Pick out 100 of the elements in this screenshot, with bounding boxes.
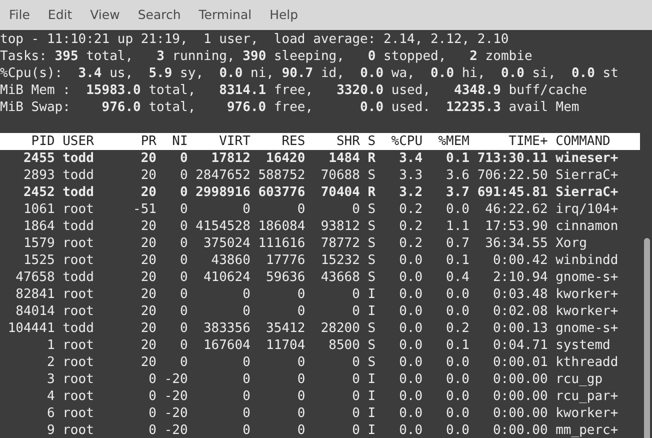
column-header: PR [140,133,156,150]
table-cell-text: S [366,201,376,218]
table-cell-text: todd [62,150,95,167]
column-header: RES [280,133,306,150]
table-cell-text: 0 [351,354,360,371]
table-cell-text: 0:02.08 [492,303,548,320]
table-cell-text: 43860 [210,252,250,269]
menu-item[interactable]: File [2,5,37,25]
table-cell-text: 603776 [257,184,306,201]
table-cell-text: 3.3 [398,167,423,184]
table-cell-text: 0:04.71 [492,337,548,354]
table-cell-text: 0 [351,286,360,303]
table-cell-text: -20 [163,371,188,388]
table-cell-text: todd [62,184,95,201]
table-cell-text: 2:10.94 [492,269,548,286]
table-cell-text: 17776 [265,252,306,269]
table-cell-text: 0 [242,201,250,218]
table-cell-text: S [366,320,376,337]
table-cell-text: todd [62,320,95,337]
table-cell-text: 0 [242,388,250,405]
table-cell-text: 20 [140,320,156,337]
table-cell-text: 3.2 [398,184,423,201]
table-cell-text: 0 [178,252,188,269]
scrollbar-thumb[interactable] [644,238,650,438]
table-cell-text: 46:22.62 [484,201,548,218]
column-header: TIME+ [508,133,548,150]
table-cell-text: 0.0 [398,269,423,286]
table-cell-text: 0:00.00 [492,388,548,405]
table-cell-text: 11704 [265,337,306,354]
table-cell-text: 0 [351,201,360,218]
table-cell-text: 0 [148,405,156,422]
table-cell-text: 104441 [6,320,55,337]
table-cell-text: 0 [351,371,360,388]
table-cell-text: mm_perc+ [554,422,618,438]
table-cell-text: 3.6 [445,167,470,184]
table-cell-text: 0.0 [445,201,470,218]
table-cell-text: I [366,371,376,388]
column-header: %MEM [437,133,470,150]
table-cell-text: 2 [46,354,55,371]
table-cell-text: 1525 [22,252,55,269]
table-cell-text: todd [62,269,95,286]
table-cell-text: 0 [296,303,306,320]
table-cell-text: 2452 [22,184,55,201]
table-cell-text: root [62,337,95,354]
table-cell-text: 0 [296,405,306,422]
menu-item[interactable]: View [83,5,127,25]
table-cell-text: root [62,422,95,438]
table-cell-text: 20 [140,286,156,303]
menu-item[interactable]: Terminal [192,5,259,25]
summary-line: MiB Swap: 976.0 total, 976.0 free, 0.0 used. 12235.3 avail Mem [0,99,580,116]
table-cell-text: 0 [178,150,188,167]
table-cell-text: 43668 [320,269,360,286]
table-cell-text: 78772 [320,235,360,252]
table-cell-text: 383356 [202,320,250,337]
table-cell-text: 0:00.13 [492,320,548,337]
table-cell-text: 0.0 [398,354,423,371]
menu-item[interactable]: Search [130,5,188,25]
table-cell-text: 47658 [14,269,55,286]
table-cell-text: wineser+ [554,150,618,167]
table-cell-text: systemd [554,337,612,354]
table-cell-text: root [62,252,95,269]
table-cell-text: 20 [140,252,156,269]
table-cell-text: 0 [148,371,156,388]
table-cell-text: 59636 [265,269,306,286]
table-cell-text: 0:03.48 [492,286,548,303]
table-cell-text: todd [62,218,95,235]
table-cell-text: -20 [163,405,188,422]
table-cell-text: 0 [296,354,306,371]
table-cell-text: -51 [132,201,156,218]
menu-item[interactable]: Help [262,5,306,25]
table-cell-text: 0 [351,388,360,405]
table-cell-text: 186084 [257,218,306,235]
table-cell-text: S [366,167,376,184]
table-cell-text: 20 [140,218,156,235]
table-cell-text: 691:45.81 [476,184,548,201]
table-cell-text: 0.7 [445,235,470,252]
column-header: S [366,133,376,150]
table-cell-text: 17:53.90 [484,218,548,235]
table-cell-text: rcu_gp [554,371,604,388]
table-cell-text: 2998916 [194,184,250,201]
table-cell-text: 0 [178,286,188,303]
table-cell-text: 0.0 [398,286,423,303]
table-cell-text: 0 [148,422,156,438]
table-cell-text: 36:34.55 [484,235,548,252]
table-cell-text: 1061 [22,201,55,218]
table-cell-text: kworker+ [554,405,618,422]
table-cell-text: 0 [296,422,306,438]
table-cell-text: 0 [178,184,188,201]
table-cell-text: 0.0 [445,405,470,422]
table-cell-text: 0 [296,388,306,405]
table-cell-text: 0.1 [445,150,470,167]
table-cell-text: 3.4 [398,150,423,167]
table-cell-text: 0.0 [445,303,470,320]
table-cell-text: 0 [242,303,250,320]
table-cell-text: 70688 [320,167,360,184]
table-cell-text: 3.7 [445,184,470,201]
table-cell-text: I [366,286,376,303]
table-cell-text: 0 [178,354,188,371]
menu-item[interactable]: Edit [40,5,80,25]
table-cell-text: S [366,337,376,354]
